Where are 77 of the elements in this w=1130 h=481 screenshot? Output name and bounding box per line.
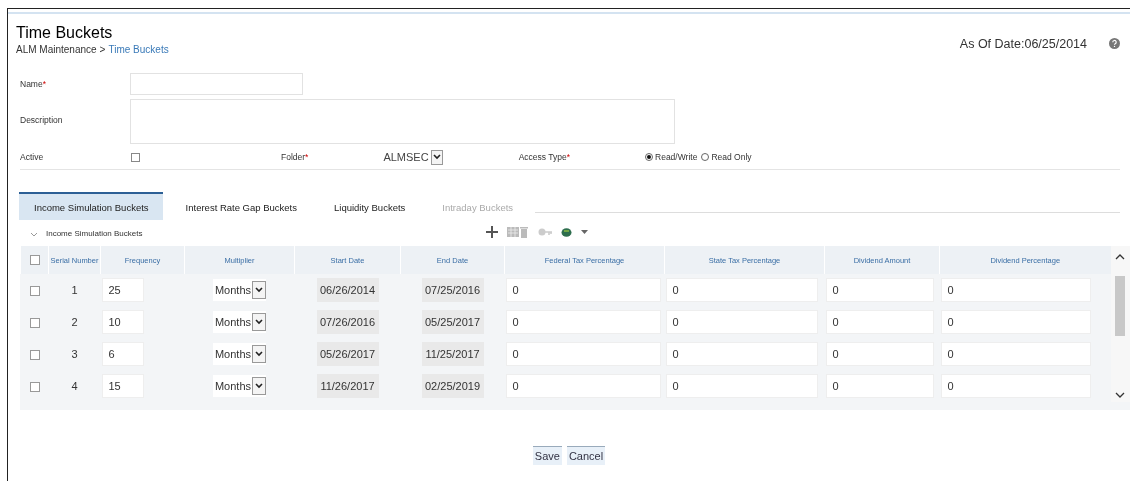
amount-field[interactable]: 0 xyxy=(505,342,661,366)
expand-chevron-icon[interactable] xyxy=(30,232,38,238)
cancel-button[interactable]: Cancel xyxy=(566,446,606,465)
field-label: Description xyxy=(20,114,63,125)
amount-field[interactable]: 0 xyxy=(825,342,934,366)
date-field: 02/25/2019 xyxy=(421,374,484,398)
chevron-down-icon[interactable] xyxy=(255,351,264,357)
caret-icon[interactable] xyxy=(581,230,588,234)
folder-select[interactable]: ALMSEC xyxy=(383,149,443,165)
field-label: Folder* xyxy=(281,152,309,162)
date-field: 07/25/2016 xyxy=(421,278,484,302)
date-field: 11/25/2017 xyxy=(421,342,484,366)
scrollbar-thumb[interactable] xyxy=(1115,276,1126,336)
breadcrumb-link[interactable]: ALM Maintenance xyxy=(16,44,97,55)
field-label: Name* xyxy=(20,79,47,89)
table-cell: 2 xyxy=(71,316,78,328)
amount-field[interactable]: 0 xyxy=(665,310,818,334)
multiplier-select[interactable]: Months xyxy=(212,375,267,397)
select-all-checkbox[interactable] xyxy=(29,255,40,265)
frequency-field[interactable]: 10 xyxy=(101,310,144,334)
amount-field[interactable]: 0 xyxy=(505,374,661,398)
active-checkbox[interactable] xyxy=(131,152,140,162)
help-icon[interactable] xyxy=(1109,38,1120,49)
chevron-down-icon[interactable] xyxy=(255,319,264,325)
amount-field[interactable]: 0 xyxy=(505,310,661,334)
chevron-down-icon[interactable] xyxy=(255,383,264,389)
delete-icon[interactable] xyxy=(507,226,529,238)
date-field: 05/25/2017 xyxy=(421,310,484,334)
amount-field[interactable]: 0 xyxy=(825,310,934,334)
amount-field[interactable]: 0 xyxy=(665,374,818,398)
multiplier-select[interactable]: Months xyxy=(212,343,267,365)
as-of-date: As Of Date:06/25/2014 xyxy=(959,36,1087,51)
scroll-down-icon[interactable] xyxy=(1115,392,1126,398)
date-field: 11/26/2017 xyxy=(316,374,379,398)
row-checkbox[interactable] xyxy=(29,318,40,329)
amount-field[interactable]: 0 xyxy=(665,342,818,366)
date-field: 05/26/2017 xyxy=(316,342,379,366)
amount-field[interactable]: 0 xyxy=(940,374,1091,398)
radio-option[interactable]: Read/Write xyxy=(645,152,698,162)
frequency-field[interactable]: 25 xyxy=(101,278,144,302)
amount-field[interactable]: 0 xyxy=(940,278,1091,302)
amount-field[interactable]: 0 xyxy=(940,342,1091,366)
scrollbar[interactable] xyxy=(1110,246,1130,402)
field-label: Active xyxy=(20,152,44,162)
multiplier-select[interactable]: Months xyxy=(212,311,267,333)
amount-field[interactable]: 0 xyxy=(825,374,934,398)
section-title: Income Simulation Buckets xyxy=(46,228,143,238)
row-checkbox[interactable] xyxy=(29,382,40,393)
breadcrumb-separator: > xyxy=(99,44,106,55)
chevron-down-icon[interactable] xyxy=(255,287,264,293)
frequency-field[interactable]: 6 xyxy=(101,342,144,366)
row-checkbox[interactable] xyxy=(29,286,40,297)
multiplier-select[interactable]: Months xyxy=(212,279,267,301)
scroll-up-icon[interactable] xyxy=(1115,254,1126,260)
tab[interactable]: Income Simulation Buckets xyxy=(19,192,163,220)
add-icon[interactable] xyxy=(486,226,498,238)
save-button[interactable]: Save xyxy=(532,446,562,465)
amount-field[interactable]: 0 xyxy=(665,278,818,302)
page-title: Time Buckets xyxy=(16,24,114,42)
amount-field[interactable]: 0 xyxy=(940,310,1091,334)
field-label: Access Type* xyxy=(518,152,570,162)
table-cell: 1 xyxy=(71,284,78,296)
row-checkbox[interactable] xyxy=(29,350,40,361)
table-cell: 4 xyxy=(71,380,78,392)
date-field: 06/26/2014 xyxy=(316,278,379,302)
tab[interactable]: Liquidity Buckets xyxy=(319,192,420,220)
radio-option[interactable]: Read Only xyxy=(701,152,752,162)
amount-field[interactable]: 0 xyxy=(825,278,934,302)
frequency-field[interactable]: 15 xyxy=(101,374,144,398)
amount-field[interactable]: 0 xyxy=(505,278,661,302)
date-field: 07/26/2016 xyxy=(316,310,379,334)
name-field[interactable] xyxy=(130,73,303,95)
breadcrumb-current: Time Buckets xyxy=(108,44,169,55)
tab[interactable]: Interest Rate Gap Buckets xyxy=(170,192,311,220)
chevron-down-icon[interactable] xyxy=(432,154,441,160)
description-field[interactable] xyxy=(130,99,675,144)
table-cell: 3 xyxy=(71,348,78,360)
